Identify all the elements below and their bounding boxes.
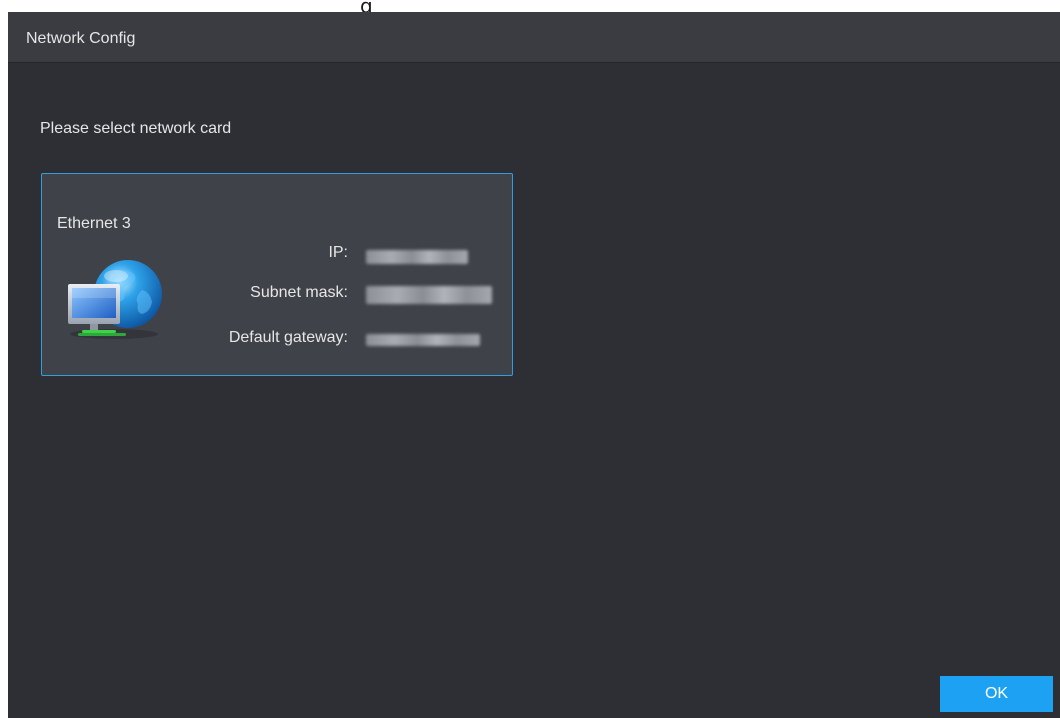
default-gateway-value-redacted — [366, 334, 480, 346]
network-card-name: Ethernet 3 — [57, 215, 131, 232]
ip-value-redacted — [366, 250, 468, 264]
subnet-mask-label: Subnet mask: — [250, 284, 348, 301]
ok-button[interactable]: OK — [940, 676, 1053, 712]
cropped-text: g — [360, 0, 373, 12]
ip-label: IP: — [328, 244, 348, 261]
title-bar[interactable]: Network Config — [8, 12, 1060, 63]
network-card-option[interactable]: Ethernet 3 IP: Subnet mask: Default gate… — [41, 173, 513, 376]
background-strip: g — [0, 0, 1060, 12]
default-gateway-label: Default gateway: — [228, 329, 348, 346]
network-computer-globe-icon — [68, 260, 162, 339]
select-card-prompt: Please select network card — [40, 120, 232, 137]
network-config-dialog: Network Config Please select network car… — [8, 12, 1060, 718]
window-title: Network Config — [26, 30, 136, 47]
subnet-mask-value-redacted — [366, 286, 492, 304]
